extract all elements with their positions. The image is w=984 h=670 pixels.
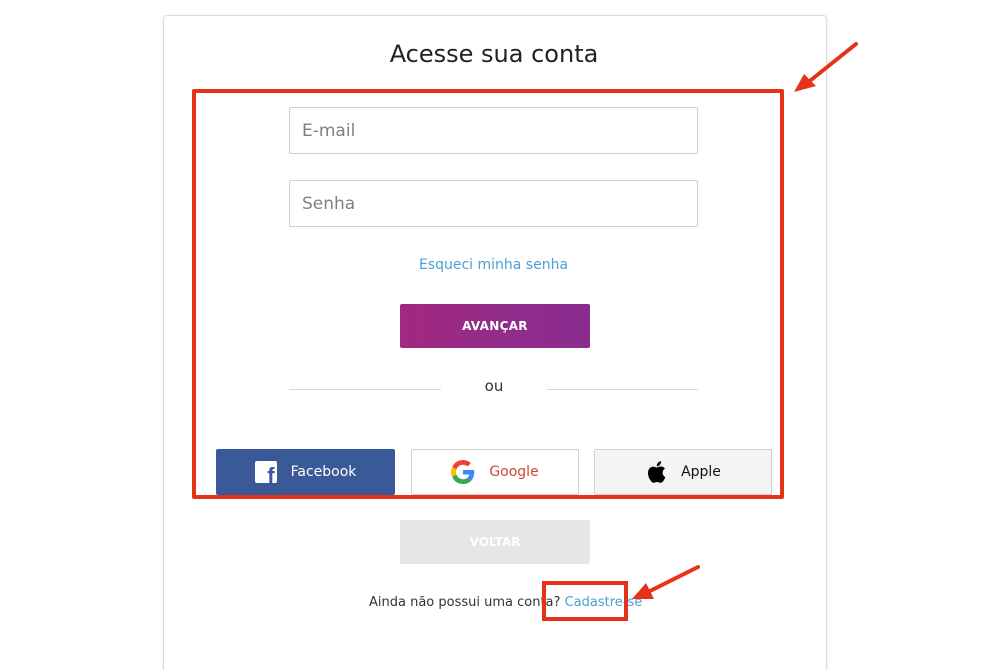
google-icon [451, 460, 475, 484]
facebook-login-button[interactable]: f Facebook [216, 449, 395, 495]
apple-login-label: Apple [681, 464, 721, 480]
signup-row: Ainda não possui uma conta? Cadastre-se [369, 595, 642, 610]
submit-button[interactable]: AVANÇAR [400, 304, 590, 348]
signup-prompt: Ainda não possui uma conta? [369, 595, 561, 610]
email-input[interactable] [289, 107, 698, 154]
apple-login-button[interactable]: Apple [594, 449, 772, 495]
divider-text: ou [484, 377, 504, 395]
page-title: Acesse sua conta [389, 40, 599, 68]
apple-icon [648, 461, 666, 483]
forgot-password-link[interactable]: Esqueci minha senha [289, 257, 698, 273]
google-login-label: Google [489, 464, 539, 480]
signup-link[interactable]: Cadastre-se [565, 595, 643, 610]
back-button[interactable]: VOLTAR [400, 520, 590, 564]
facebook-login-label: Facebook [290, 464, 357, 480]
divider-right [547, 389, 698, 390]
login-page: Acesse sua conta Esqueci minha senha AVA… [0, 0, 984, 670]
facebook-icon: f [254, 461, 277, 483]
google-login-button[interactable]: Google [411, 449, 579, 495]
password-input[interactable] [289, 180, 698, 227]
divider-left [289, 389, 441, 390]
